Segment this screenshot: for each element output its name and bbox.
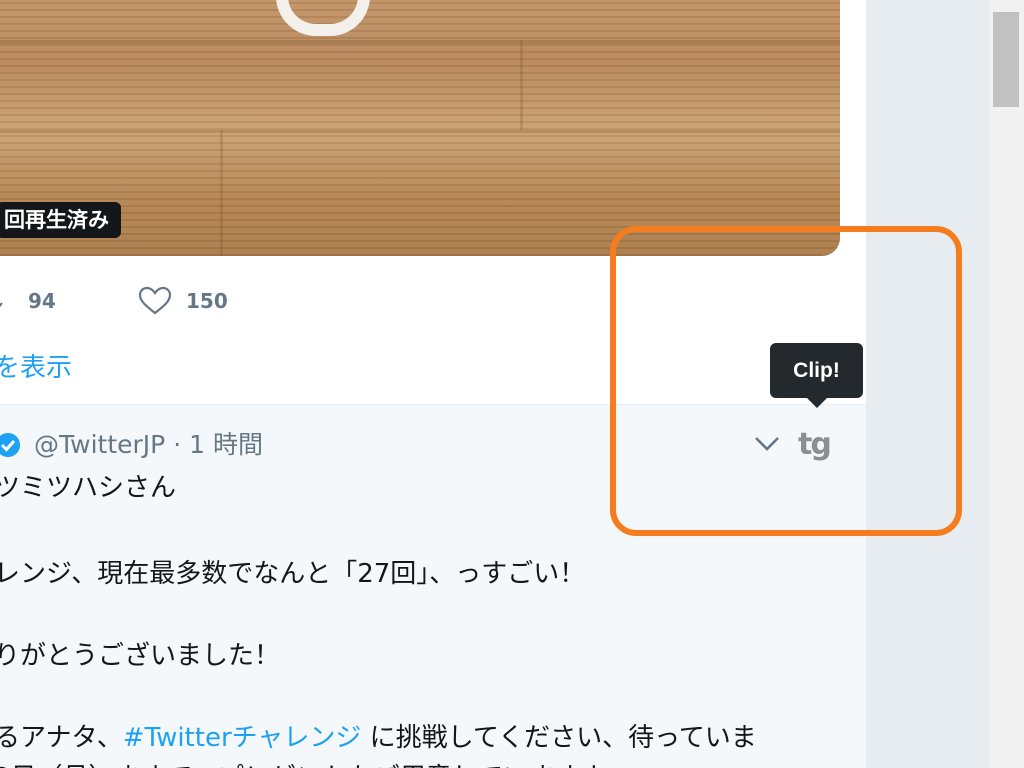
- verified-badge-icon: [0, 433, 20, 457]
- hashtag-link[interactable]: #Twitterチャレンジ: [123, 723, 362, 753]
- like-button[interactable]: 150: [138, 284, 228, 318]
- retweet-count: 94: [28, 289, 56, 313]
- tweet-text-segment: に挑戦してください、待っていま: [361, 723, 757, 753]
- retweet-button[interactable]: 94: [0, 284, 56, 318]
- video-object: [276, 0, 370, 36]
- tweet-text-line: レンジ、現在最多数でなんと「27回」、っすごい！: [0, 559, 586, 589]
- tweet-text-segment: るアナタ、: [0, 723, 123, 753]
- wood-grain: [220, 130, 223, 256]
- user-handle[interactable]: @TwitterJP: [34, 430, 165, 459]
- tweet-timestamp[interactable]: · 1 時間: [165, 430, 263, 459]
- retweet-icon: [0, 302, 3, 308]
- tweet-text-line: 2日（月）ますで、プレゼントもご用意していますよ: [0, 757, 607, 768]
- scrollbar-track[interactable]: [990, 0, 1024, 768]
- video-media[interactable]: [0, 0, 840, 256]
- view-count-badge: 回再生済み: [0, 202, 121, 238]
- wood-grain: [0, 40, 840, 44]
- heart-icon: [138, 286, 172, 315]
- tweet-meta: @TwitterJP · 1 時間: [34, 425, 263, 461]
- like-count: 150: [186, 289, 228, 313]
- tweet-text-line: るアナタ、#Twitterチャレンジ に挑戦してください、待っていま: [0, 717, 757, 754]
- scrollbar-thumb[interactable]: [993, 12, 1019, 107]
- highlight-annotation-box: [610, 226, 962, 536]
- tweet-text-line: りがとうございました！: [0, 641, 281, 671]
- wood-grain: [520, 40, 523, 130]
- tweet-text-line: ツミツハシさん: [0, 473, 177, 503]
- show-thread-link[interactable]: を表示: [0, 347, 72, 384]
- wood-grain: [0, 130, 840, 133]
